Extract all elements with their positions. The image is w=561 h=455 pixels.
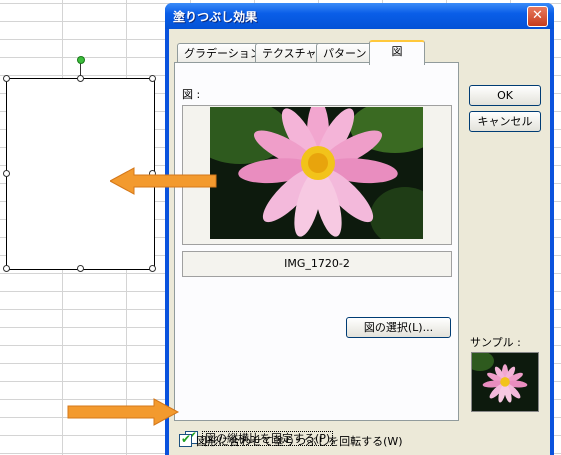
cancel-button[interactable]: キャンセル bbox=[469, 111, 541, 132]
dialog-client: グラデーション テクスチャ パターン 図 図 : IMG_1720-2 図の選択… bbox=[169, 29, 550, 455]
resize-handle-b[interactable] bbox=[77, 265, 84, 272]
picture-preview-frame bbox=[182, 105, 452, 245]
resize-handle-br[interactable] bbox=[149, 265, 156, 272]
rotation-handle-icon[interactable] bbox=[77, 56, 85, 64]
arrow-icon bbox=[67, 398, 180, 426]
resize-handle-t[interactable] bbox=[77, 75, 84, 82]
sample-preview bbox=[471, 352, 539, 412]
resize-handle-l[interactable] bbox=[3, 170, 10, 177]
sample-label: サンプル : bbox=[470, 336, 521, 349]
picture-tab-panel: 図 : IMG_1720-2 図の選択(L)... ✔ 図の縦横比を固定する(P… bbox=[174, 62, 459, 446]
fill-effects-dialog: 塗りつぶし効果 ✕ グラデーション テクスチャ パターン 図 図 : IMG_1… bbox=[165, 3, 554, 455]
sample-lotus-photo bbox=[472, 353, 538, 411]
tab-texture[interactable]: テクスチャ bbox=[255, 43, 324, 63]
resize-handle-tl[interactable] bbox=[3, 75, 10, 82]
dialog-title: 塗りつぶし効果 bbox=[173, 10, 258, 24]
ok-button[interactable]: OK bbox=[469, 85, 541, 106]
picture-filename: IMG_1720-2 bbox=[182, 251, 452, 277]
rotate-with-shape-checkbox[interactable]: ✔ bbox=[179, 432, 192, 447]
lotus-photo bbox=[210, 107, 423, 239]
resize-handle-bl[interactable] bbox=[3, 265, 10, 272]
tab-picture[interactable]: 図 bbox=[369, 40, 425, 65]
resize-handle-tr[interactable] bbox=[149, 75, 156, 82]
check-icon: ✔ bbox=[181, 432, 192, 446]
tab-pattern[interactable]: パターン bbox=[316, 43, 374, 63]
arrow-icon bbox=[110, 167, 217, 195]
select-picture-button[interactable]: 図の選択(L)... bbox=[346, 317, 451, 338]
rotate-with-shape-label[interactable]: 図形に合わせて塗りつぶしを回転する(W) bbox=[196, 433, 403, 449]
close-icon[interactable]: ✕ bbox=[527, 6, 548, 27]
picture-label: 図 : bbox=[182, 88, 201, 101]
titlebar: 塗りつぶし効果 ✕ bbox=[165, 3, 554, 29]
